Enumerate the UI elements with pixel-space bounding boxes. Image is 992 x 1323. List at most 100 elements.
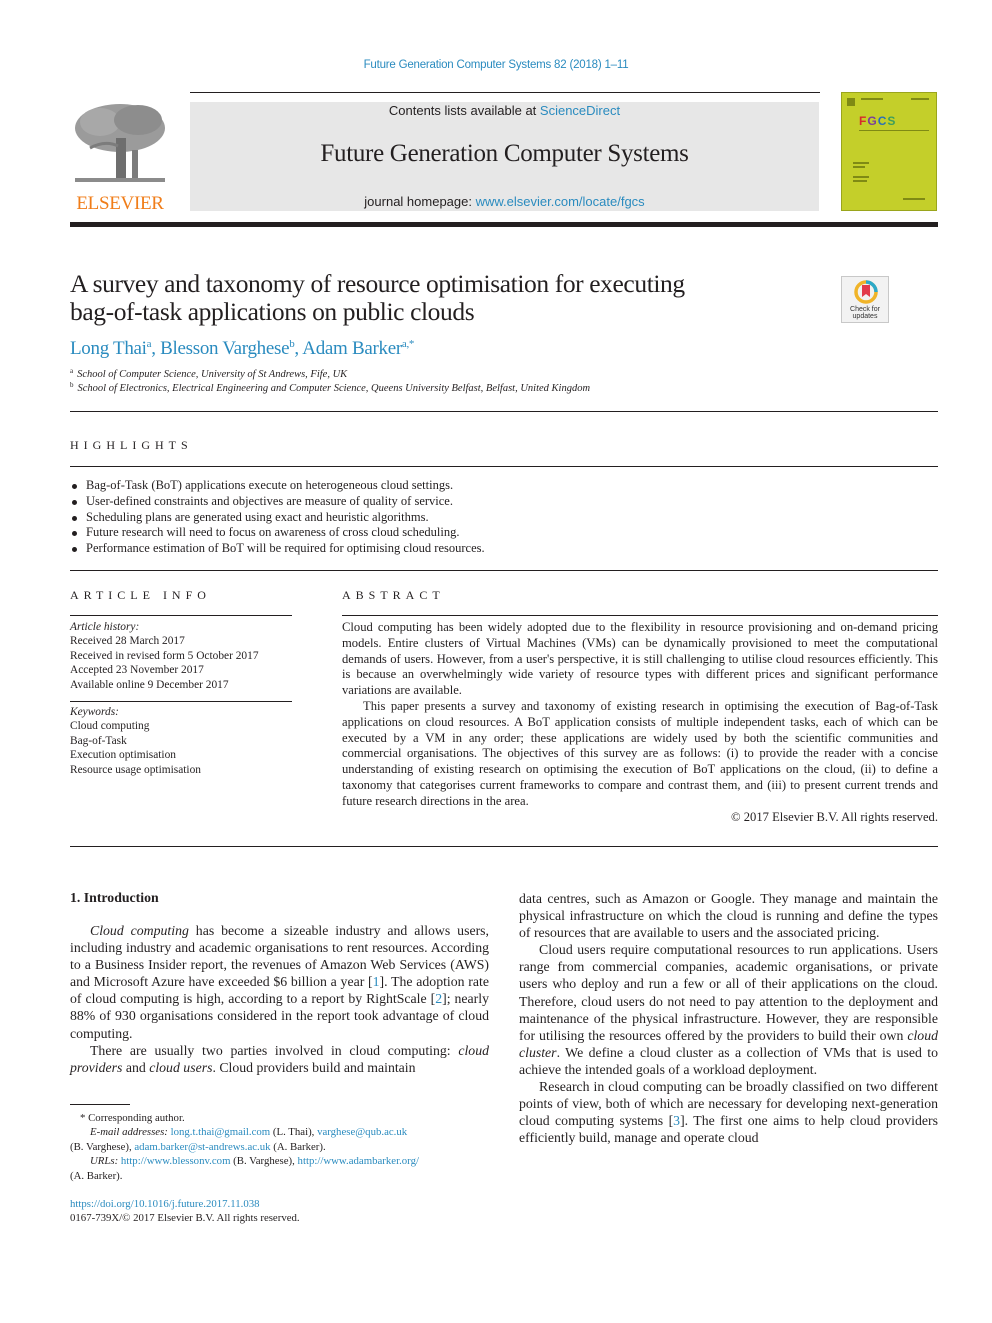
cover-fgcs-logo: FGCS xyxy=(859,114,897,128)
divider xyxy=(70,701,292,702)
body-column-right: data centres, such as Amazon or Google. … xyxy=(519,890,938,1146)
abstract-body: Cloud computing has been widely adopted … xyxy=(342,620,938,825)
divider xyxy=(70,846,938,847)
homepage-prefix: journal homepage: xyxy=(364,194,476,209)
cover-line xyxy=(853,176,869,178)
journal-cover-thumbnail[interactable]: FGCS xyxy=(841,92,937,211)
history-entry: Available online 9 December 2017 xyxy=(70,678,229,691)
body-paragraph: Cloud computing has become a sizeable in… xyxy=(70,922,489,1042)
check-for-updates-button[interactable]: Check for updates xyxy=(841,276,889,323)
body-paragraph: There are usually two parties involved i… xyxy=(70,1042,489,1076)
highlights-heading: HIGHLIGHTS xyxy=(70,438,193,452)
text-run: (A. Barker). xyxy=(270,1140,326,1153)
divider xyxy=(70,570,938,571)
affiliation: a School of Computer Science, University … xyxy=(70,367,347,380)
affiliation-mark: a xyxy=(70,367,74,375)
highlight-item: Future research will need to focus on aw… xyxy=(70,525,770,541)
text-run: . We define a cloud cluster as a collect… xyxy=(519,1044,938,1077)
affiliation: b School of Electronics, Electrical Engin… xyxy=(70,381,590,394)
author-separator: , xyxy=(151,338,161,359)
cover-line xyxy=(911,98,929,100)
abstract-paragraph: This paper presents a survey and taxonom… xyxy=(342,698,938,808)
check-updates-label: Check for updates xyxy=(850,306,880,320)
paper-title-line1: A survey and taxonomy of resource optimi… xyxy=(70,269,685,298)
keyword: Bag-of-Task xyxy=(70,734,127,747)
section-heading-introduction: 1. Introduction xyxy=(70,890,159,905)
check-updates-icon xyxy=(854,280,878,304)
urls-label: URLs: xyxy=(90,1155,119,1168)
cover-line xyxy=(853,180,867,182)
author-affil-mark: a,* xyxy=(401,338,415,350)
urls-note: URLs: http://www.blessonv.com (B. Varghe… xyxy=(70,1154,490,1183)
text-run: (B. Varghese), xyxy=(230,1155,298,1168)
author-name[interactable]: Long Thai xyxy=(70,338,147,359)
contents-line: Contents lists available at ScienceDirec… xyxy=(190,103,819,118)
journal-title: Future Generation Computer Systems xyxy=(320,140,689,167)
running-head[interactable]: Future Generation Computer Systems 82 (2… xyxy=(0,59,992,71)
cover-line xyxy=(853,166,865,168)
highlight-item: Bag-of-Task (BoT) applications execute o… xyxy=(70,478,770,494)
url-link[interactable]: http://www.blessonv.com xyxy=(121,1155,231,1167)
cover-line xyxy=(903,198,925,200)
abstract-copyright: © 2017 Elsevier B.V. All rights reserved… xyxy=(731,809,938,824)
top-divider xyxy=(190,92,820,93)
history-entry: Received in revised form 5 October 2017 xyxy=(70,649,259,662)
highlights-list: Bag-of-Task (BoT) applications execute o… xyxy=(70,478,770,557)
footnotes: * Corresponding author. E-mail addresses… xyxy=(70,1111,490,1183)
author-name[interactable]: Adam Barker xyxy=(302,338,402,359)
email-link[interactable]: varghese@qub.ac.uk xyxy=(317,1126,407,1138)
text-run: (A. Barker). xyxy=(70,1169,123,1182)
doi-block: https://doi.org/10.1016/j.future.2017.11… xyxy=(70,1197,300,1226)
text-run: Cloud users require computational resour… xyxy=(519,942,938,1043)
divider xyxy=(70,411,938,412)
author-list: Long Thaia, Blesson Vargheseb, Adam Bark… xyxy=(70,338,414,360)
affiliation-text: School of Computer Science, University o… xyxy=(77,369,348,380)
citation-link[interactable]: 1 xyxy=(373,974,380,989)
body-paragraph: Cloud users require computational resour… xyxy=(519,941,938,1078)
cover-line xyxy=(861,98,883,100)
cover-elsevier-mark xyxy=(847,98,855,106)
text-run: (B. Varghese), xyxy=(70,1140,135,1153)
doi-link[interactable]: https://doi.org/10.1016/j.future.2017.11… xyxy=(70,1198,260,1210)
paper-title-line2: bag-of-task applications on public cloud… xyxy=(70,297,475,326)
history-entry: Received 28 March 2017 xyxy=(70,635,185,648)
email-note: E-mail addresses: long.t.thai@gmail.com … xyxy=(70,1125,490,1154)
journal-homepage: journal homepage: www.elsevier.com/locat… xyxy=(190,194,819,209)
email-label: E-mail addresses: xyxy=(90,1126,168,1139)
text-run: There are usually two parties involved i… xyxy=(90,1042,459,1058)
divider xyxy=(342,615,938,616)
divider xyxy=(70,466,938,467)
history-entry: Accepted 23 November 2017 xyxy=(70,664,204,677)
url-link[interactable]: http://www.adambarker.org/ xyxy=(298,1155,419,1167)
email-link[interactable]: long.t.thai@gmail.com xyxy=(171,1126,271,1138)
keyword: Cloud computing xyxy=(70,720,150,733)
corresponding-author-note: * Corresponding author. xyxy=(80,1112,185,1124)
text-run: . Cloud providers build and maintain xyxy=(212,1059,416,1075)
sciencedirect-link[interactable]: ScienceDirect xyxy=(540,103,620,118)
cover-line xyxy=(853,162,869,164)
body-paragraph: Research in cloud computing can be broad… xyxy=(519,1078,938,1146)
highlight-item: Scheduling plans are generated using exa… xyxy=(70,510,770,526)
keywords-label: Keywords: xyxy=(70,706,119,718)
abstract-heading: ABSTRACT xyxy=(342,588,445,602)
highlight-item: User-defined constraints and objectives … xyxy=(70,494,770,510)
article-history-label: Article history: xyxy=(70,621,140,633)
body-column-left: Cloud computing has become a sizeable in… xyxy=(70,922,489,1076)
running-head-link[interactable]: Future Generation Computer Systems 82 (2… xyxy=(364,59,629,71)
paper-title: A survey and taxonomy of resource optimi… xyxy=(70,270,810,326)
email-link[interactable]: adam.barker@st-andrews.ac.uk xyxy=(134,1141,270,1153)
article-history: Article history: Received 28 March 2017 … xyxy=(70,620,292,692)
keyword: Resource usage optimisation xyxy=(70,763,201,776)
contents-prefix: Contents lists available at xyxy=(388,103,540,118)
homepage-link[interactable]: www.elsevier.com/locate/fgcs xyxy=(476,194,645,209)
affiliation-mark: b xyxy=(70,381,74,389)
body-paragraph: data centres, such as Amazon or Google. … xyxy=(519,891,938,941)
masthead-thick-rule xyxy=(70,222,938,227)
issn-copyright: 0167-739X/© 2017 Elsevier B.V. All right… xyxy=(70,1212,300,1225)
elsevier-wordmark: ELSEVIER xyxy=(76,193,164,214)
author-name[interactable]: Blesson Varghese xyxy=(160,338,289,359)
footnote-rule xyxy=(70,1104,130,1105)
cover-subtitle-line xyxy=(859,130,929,131)
article-info-heading: ARTICLE INFO xyxy=(70,588,211,602)
keywords: Keywords: Cloud computing Bag-of-Task Ex… xyxy=(70,705,292,777)
